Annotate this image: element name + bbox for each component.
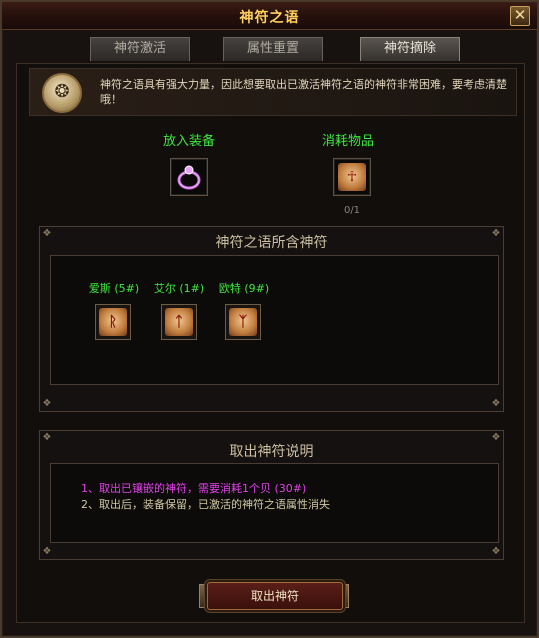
- ring-icon: [177, 165, 201, 190]
- runes-list: 爱斯 (5#) ᚱ 艾尔 (1#) ᛏ 欧特 (9#) ᛉ: [50, 255, 499, 385]
- description-frame: ❖ ❖ ❖ ❖ 取出神符说明 1、取出已镶嵌的神符，需要消耗1个贝 (30#) …: [39, 430, 504, 560]
- title-bar[interactable]: 神符之语 ✕: [2, 2, 537, 30]
- consume-count: 0/1: [343, 205, 361, 216]
- remove-rune-button[interactable]: 取出神符: [207, 582, 343, 610]
- description-line-1: 1、取出已镶嵌的神符，需要消耗1个贝 (30#): [81, 482, 307, 495]
- rune-label-air: 艾尔 (1#): [153, 282, 205, 295]
- consume-slot[interactable]: ☥: [333, 158, 371, 196]
- runes-frame: ❖ ❖ ❖ ❖ 神符之语所含神符 爱斯 (5#) ᚱ 艾尔 (1#) ᛏ 欧特 …: [39, 226, 504, 412]
- intro-banner: ❂ 神符之语具有强大力量，因此想要取出已激活神符之语的神符非常困难，要考虑清楚哦…: [29, 68, 517, 116]
- rune-word-window: 神符之语 ✕ 神符激活 属性重置 神符摘除 ❂ 神符之语具有强大力量，因此想要取…: [0, 0, 539, 638]
- description-title: 取出神符说明: [229, 444, 314, 460]
- rune-scroll-icon: ❂: [42, 73, 82, 113]
- equip-slot-label: 放入装备: [162, 134, 215, 149]
- window-title: 神符之语: [239, 10, 300, 26]
- ankh-rune-icon: ☥: [338, 163, 366, 191]
- tab-attribute-reset[interactable]: 属性重置: [223, 37, 323, 61]
- runes-section-title: 神符之语所含神符: [215, 235, 328, 251]
- intro-text: 神符之语具有强大力量，因此想要取出已激活神符之语的神符非常困难，要考虑清楚哦！: [100, 78, 507, 106]
- rune-ais-icon: ᚱ: [99, 308, 127, 336]
- rune-label-ais: 爱斯 (5#): [88, 282, 140, 295]
- tab-rune-activate[interactable]: 神符激活: [90, 37, 190, 61]
- rune-slot-ot[interactable]: ᛉ: [225, 304, 261, 340]
- rune-slot-air[interactable]: ᛏ: [161, 304, 197, 340]
- consume-slot-label: 消耗物品: [321, 134, 374, 149]
- close-icon: ✕: [513, 6, 527, 24]
- close-button[interactable]: ✕: [510, 6, 530, 26]
- rune-slot-ais[interactable]: ᚱ: [95, 304, 131, 340]
- rune-air-icon: ᛏ: [165, 308, 193, 336]
- description-box: 1、取出已镶嵌的神符，需要消耗1个贝 (30#) 2、取出后，装备保留，已激活的…: [50, 463, 499, 543]
- description-line-2: 2、取出后，装备保留，已激活的神符之语属性消失: [81, 498, 330, 511]
- tab-rune-remove[interactable]: 神符摘除: [360, 37, 460, 61]
- rune-label-ot: 欧特 (9#): [218, 282, 270, 295]
- rune-ot-icon: ᛉ: [229, 308, 257, 336]
- equip-slot[interactable]: [170, 158, 208, 196]
